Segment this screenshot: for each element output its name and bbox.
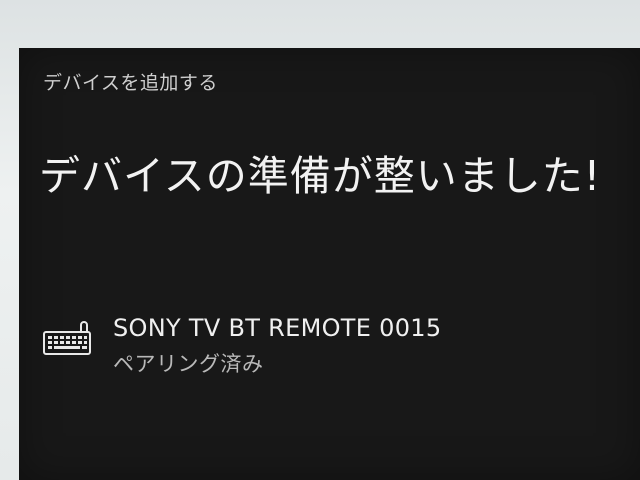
add-device-dialog: デバイスを追加する デバイスの準備が整いました! SONY TV BT REMO… [19,48,640,480]
ready-message-title: デバイスの準備が整いました! [39,152,602,200]
device-name: SONY TV BT REMOTE 0015 [113,314,442,342]
keyboard-icon [43,320,93,356]
paired-device-item[interactable]: SONY TV BT REMOTE 0015 ペアリング済み [43,312,603,382]
dialog-header-title: デバイスを追加する [43,72,218,94]
device-status: ペアリング済み [113,352,264,376]
